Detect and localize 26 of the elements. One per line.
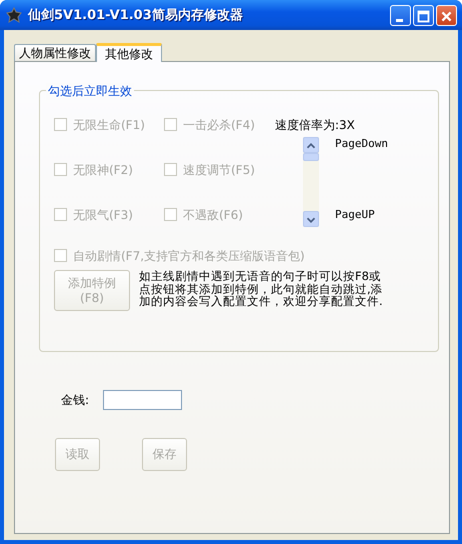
- close-button[interactable]: [436, 4, 457, 26]
- minimize-button[interactable]: [390, 4, 411, 26]
- checkbox-label: 无限气(F3): [73, 207, 133, 224]
- page-down-label: PageDown: [335, 137, 388, 150]
- scroll-thumb[interactable]: [303, 153, 319, 161]
- checkbox-label: 速度调节(F5): [183, 162, 255, 179]
- checkbox-label: 无限神(F2): [73, 162, 133, 179]
- tab[interactable]: 人物属性修改: [14, 44, 96, 61]
- checkbox-label: 自动剧情(F7,支持官方和各类压缩版语音包): [73, 248, 305, 265]
- money-input-field[interactable]: [103, 390, 182, 410]
- window-title: 仙剑5V1.01-V1.03简易内存修改器: [28, 7, 243, 24]
- group-title: 勾选后立即生效: [46, 83, 134, 100]
- tab[interactable]: 其他修改: [96, 43, 162, 62]
- note-text: 如主线剧情中遇到无语音的句子时可以按F8或点按钮将其添加到特例，此句就能自动跳过,添加的内容会写入配置文件，欢迎分享配置文件.: [139, 270, 384, 310]
- maximize-button[interactable]: [413, 4, 434, 26]
- scroll-up-button[interactable]: [303, 137, 319, 153]
- app-icon: [6, 7, 22, 23]
- checkbox-label: 无限生命(F1): [73, 117, 145, 134]
- scroll-down-button[interactable]: [303, 211, 319, 227]
- minimize-icon: [396, 18, 403, 22]
- checkbox-label: 不遇敌(F6): [183, 207, 243, 224]
- scroll-bar[interactable]: [303, 137, 319, 227]
- money-label: 金钱:: [61, 392, 90, 408]
- speed-label: 速度倍率为:3X: [275, 117, 356, 134]
- page-up-label: PageUP: [335, 208, 376, 221]
- checkbox-label: 一击必杀(F4): [183, 117, 255, 134]
